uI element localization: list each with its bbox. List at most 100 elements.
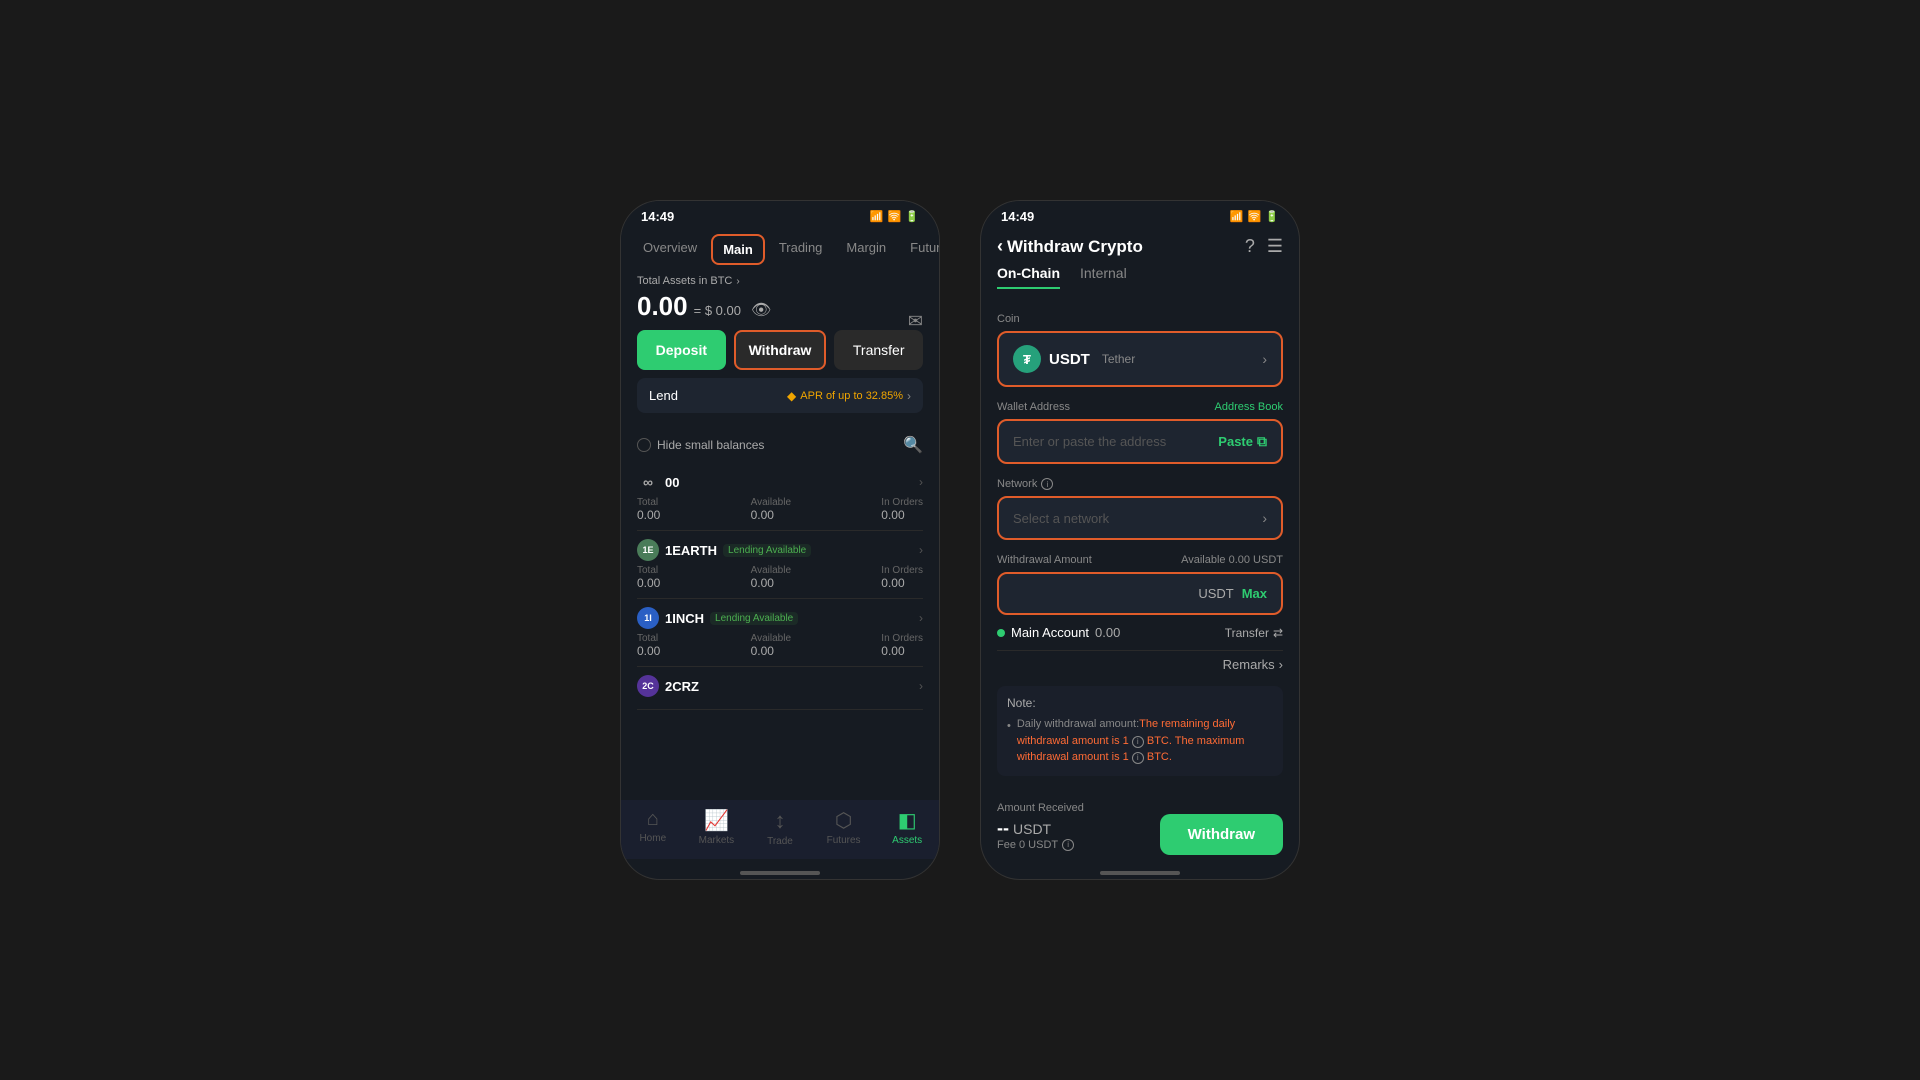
amount-currency: USDT xyxy=(1198,586,1233,601)
lend-chevron: › xyxy=(907,389,911,403)
transfer-button[interactable]: Transfer xyxy=(834,330,923,370)
trade-icon: ↕ xyxy=(774,808,785,834)
home-indicator-left xyxy=(621,859,939,879)
coin-chevron: › xyxy=(1262,351,1267,367)
note-info-icon-2: i xyxy=(1132,752,1144,764)
address-book-link[interactable]: Address Book xyxy=(1215,401,1283,413)
tab-internal[interactable]: Internal xyxy=(1080,265,1127,289)
note-text: Daily withdrawal amount:The remaining da… xyxy=(1017,716,1273,766)
nav-markets[interactable]: 📈 Markets xyxy=(685,808,749,847)
list-item[interactable]: 2C 2CRZ › xyxy=(637,667,923,710)
tab-futures[interactable]: Futures xyxy=(900,234,940,265)
asset-name-00: 00 xyxy=(665,475,679,490)
col-available: Available xyxy=(751,497,791,508)
withdraw-button[interactable]: Withdraw xyxy=(734,330,827,370)
network-info-icon: i xyxy=(1041,478,1053,490)
paste-button[interactable]: Paste ⧉ xyxy=(1218,433,1267,450)
nav-trade[interactable]: ↕ Trade xyxy=(748,808,812,847)
list-item[interactable]: 1I 1INCH Lending Available › Total 0.00 … xyxy=(637,599,923,667)
history-icon[interactable]: ☰ xyxy=(1267,236,1283,257)
filter-row: Hide small balances 🔍 xyxy=(621,427,939,463)
list-item[interactable]: ∞ 00 › Total 0.00 Available 0.00 I xyxy=(637,463,923,531)
fee-label: Fee 0 USDT xyxy=(997,839,1058,851)
bottom-nav: ⌂ Home 📈 Markets ↕ Trade ⬡ Futures ◧ Ass… xyxy=(621,800,939,859)
account-name: Main Account xyxy=(1011,625,1089,640)
received-amount: -- xyxy=(997,818,1009,839)
wifi-icon-r: 🛜 xyxy=(1248,210,1262,223)
orders-1earth: 0.00 xyxy=(881,576,923,590)
nav-home[interactable]: ⌂ Home xyxy=(621,808,685,847)
withdraw-button[interactable]: Withdraw xyxy=(1160,814,1283,855)
col-total: Total xyxy=(637,633,660,644)
bottom-row: Amount Received -- USDT Fee 0 USDT i Wit… xyxy=(997,784,1283,860)
max-button[interactable]: Max xyxy=(1242,586,1267,601)
lend-bar[interactable]: Lend ◆ APR of up to 32.85% › xyxy=(637,378,923,413)
remarks-row: Remarks › xyxy=(997,650,1283,678)
balance-btc: 0.00 xyxy=(637,291,688,322)
remarks-chevron: › xyxy=(1279,657,1283,672)
asset-chevron-1earth: › xyxy=(919,543,923,557)
total-1earth: 0.00 xyxy=(637,576,660,590)
total-00: 0.00 xyxy=(637,508,660,522)
wifi-icon: 🛜 xyxy=(888,210,902,223)
search-icon[interactable]: 🔍 xyxy=(903,435,923,455)
tab-bar: Overview Main Trading Margin Futures xyxy=(621,228,939,265)
nav-futures-label: Futures xyxy=(827,835,861,846)
coin-selector[interactable]: ₮ USDT Tether › xyxy=(997,331,1283,387)
status-icons-left: 📶 🛜 🔋 xyxy=(870,210,919,223)
remarks-label: Remarks xyxy=(1223,657,1275,672)
chain-tabs: On-Chain Internal xyxy=(981,265,1299,299)
note-item: • Daily withdrawal amount:The remaining … xyxy=(1007,716,1273,766)
fee-text: Fee 0 USDT i xyxy=(997,839,1084,851)
coin-left: ₮ USDT Tether xyxy=(1013,345,1135,373)
status-icons-right: 📶 🛜 🔋 xyxy=(1230,210,1279,223)
nav-assets[interactable]: ◧ Assets xyxy=(875,808,939,847)
asset-chevron-1inch: › xyxy=(919,611,923,625)
nav-markets-label: Markets xyxy=(699,835,735,846)
back-button[interactable]: ‹ Withdraw Crypto xyxy=(997,236,1143,257)
withdraw-body: Coin ₮ USDT Tether › Wallet Address Addr… xyxy=(981,299,1299,859)
tab-trading[interactable]: Trading xyxy=(769,234,833,265)
deposit-button[interactable]: Deposit xyxy=(637,330,726,370)
left-phone: 14:49 📶 🛜 🔋 Overview Main Trading Margin… xyxy=(620,200,940,880)
asset-name-2crz: 2CRZ xyxy=(665,679,699,694)
tab-overview[interactable]: Overview xyxy=(633,234,707,265)
received-currency: USDT xyxy=(1013,821,1051,837)
wallet-address-label: Wallet Address xyxy=(997,401,1070,413)
asset-icon-1earth: 1E xyxy=(637,539,659,561)
nav-futures[interactable]: ⬡ Futures xyxy=(812,808,876,847)
futures-icon: ⬡ xyxy=(835,808,852,833)
tab-on-chain[interactable]: On-Chain xyxy=(997,265,1060,289)
account-left: Main Account 0.00 xyxy=(997,625,1120,640)
transfer-link[interactable]: Transfer ⇄ xyxy=(1225,626,1283,640)
lend-apr: APR of up to 32.85% xyxy=(800,390,903,402)
header-icons: ? ☰ xyxy=(1245,236,1283,257)
tab-margin[interactable]: Margin xyxy=(836,234,896,265)
address-input-box[interactable]: Enter or paste the address Paste ⧉ xyxy=(997,419,1283,464)
total-assets-label: Total Assets in BTC › ✉ xyxy=(637,275,923,287)
balance-row: 0.00 = $ 0.00 👁 xyxy=(637,291,923,322)
home-icon: ⌂ xyxy=(647,808,659,831)
note-title: Note: xyxy=(1007,696,1273,710)
eye-icon[interactable]: 👁 xyxy=(751,300,771,320)
col-available: Available xyxy=(751,565,791,576)
network-selector[interactable]: Select a network › xyxy=(997,496,1283,540)
network-placeholder: Select a network xyxy=(1013,511,1109,526)
coin-name: USDT xyxy=(1049,351,1090,368)
mail-icon[interactable]: ✉ xyxy=(908,311,923,332)
amount-input-box[interactable]: USDT Max xyxy=(997,572,1283,615)
remarks-link[interactable]: Remarks › xyxy=(1223,657,1283,672)
green-dot-icon xyxy=(997,629,1005,637)
tab-main[interactable]: Main xyxy=(711,234,765,265)
help-icon[interactable]: ? xyxy=(1245,236,1255,257)
address-placeholder: Enter or paste the address xyxy=(1013,434,1166,449)
received-label: Amount Received xyxy=(997,802,1084,814)
hide-small-balances[interactable]: Hide small balances xyxy=(637,438,764,452)
list-item[interactable]: 1E 1EARTH Lending Available › Total 0.00… xyxy=(637,531,923,599)
asset-name-1inch: 1INCH xyxy=(665,611,704,626)
signal-icon: 📶 xyxy=(870,210,884,223)
checkbox-icon xyxy=(637,438,651,452)
asset-badge-1inch: Lending Available xyxy=(710,612,798,625)
available-1earth: 0.00 xyxy=(751,576,791,590)
col-total: Total xyxy=(637,565,660,576)
